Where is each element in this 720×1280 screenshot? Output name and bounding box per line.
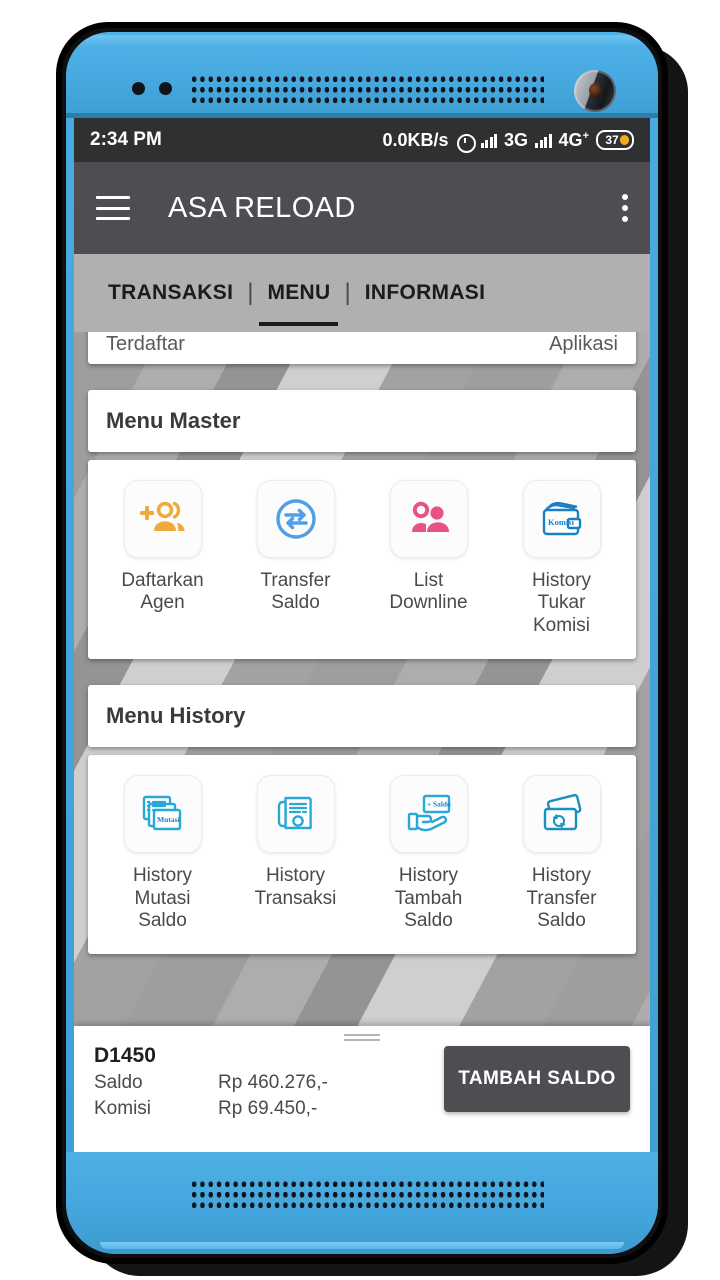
menu-item-transfer-saldo[interactable]: Transfer Saldo (229, 480, 362, 637)
menu-item-label: History Mutasi Saldo (132, 865, 193, 932)
transfer-arrows-circle-icon (256, 480, 335, 558)
menu-item-label: History Tambah Saldo (394, 865, 463, 932)
alarm-icon (456, 131, 476, 153)
menu-item-history-transaksi[interactable]: History Transaksi (229, 775, 362, 932)
bottom-balance-bar: D1450 Saldo Rp 460.276,- Komisi Rp 69.45… (74, 1026, 650, 1152)
menu-item-history-mutasi-saldo[interactable]: Mutasi History Mutasi Saldo (96, 775, 229, 932)
documents-mutasi-icon: Mutasi (123, 775, 202, 854)
drag-handle-icon[interactable] (344, 1034, 380, 1041)
komisi-label: Komisi (94, 1098, 152, 1119)
menu-item-label: Transfer Saldo (260, 570, 331, 614)
app-bar: ASA RELOAD (74, 162, 650, 254)
battery-icon: 37 (596, 130, 634, 150)
menu-history-grid: Mutasi History Mutasi Saldo History Tran… (88, 755, 636, 955)
partially-visible-card[interactable]: Terdaftar Aplikasi (88, 332, 636, 364)
phone-body: 2:34 PM 0.0KB/s 3G 4G+ 37 ASA RELOAD TRA… (66, 32, 658, 1254)
menu-item-label: History Transaksi (254, 865, 337, 909)
menu-item-history-tambah-saldo[interactable]: + Saldo History Tambah Saldo (362, 775, 495, 932)
mutasi-icon-text: Mutasi (157, 815, 180, 824)
menu-item-label: History Tukar Komisi (531, 570, 592, 636)
account-id: D1450 (94, 1044, 156, 1067)
clipped-card-right-text: Aplikasi (549, 333, 618, 355)
earpiece-speaker-grille (190, 74, 544, 105)
menu-item-history-transfer-saldo[interactable]: History Transfer Saldo (495, 775, 628, 932)
section-header-menu-history: Menu History (88, 685, 636, 748)
page-title: ASA RELOAD (168, 191, 356, 224)
two-people-icon (389, 480, 468, 558)
balance-info: D1450 Saldo Rp 460.276,- Komisi Rp 69.45… (94, 1040, 444, 1120)
wallet-komisi-icon: Komisi (522, 480, 601, 558)
sim1-network-type: 3G (504, 129, 529, 150)
hamburger-icon[interactable] (96, 196, 130, 220)
menu-content-scroll[interactable]: Terdaftar Aplikasi Menu Master Daftarkan… (74, 332, 650, 1026)
front-camera-icon (574, 70, 616, 112)
menu-item-label: List Downline (389, 570, 468, 614)
status-clock: 2:34 PM (90, 129, 162, 150)
menu-item-daftarkan-agen[interactable]: Daftarkan Agen (96, 480, 229, 637)
komisi-value: Rp 69.450,- (218, 1098, 318, 1119)
wallet-icon-text: Komisi (548, 517, 575, 527)
tambah-saldo-button[interactable]: TAMBAH SALDO (444, 1046, 630, 1112)
saldo-label: Saldo (94, 1072, 143, 1093)
tab-informasi[interactable]: INFORMASI (351, 254, 500, 332)
bottom-speaker-grille (190, 1179, 544, 1210)
tab-menu[interactable]: MENU (253, 254, 344, 332)
sim2-network-type: 4G+ (558, 129, 589, 150)
tab-transaksi[interactable]: TRANSAKSI (94, 254, 247, 332)
receipt-printer-icon (256, 775, 335, 854)
phone-bottom-bezel (66, 1152, 658, 1254)
menu-master-grid: Daftarkan Agen Transfer Saldo List Downl… (88, 460, 636, 660)
menu-item-history-tukar-komisi[interactable]: Komisi History Tukar Komisi (495, 480, 628, 637)
status-icons: 0.0KB/s 3G 4G+ 37 (382, 129, 634, 153)
sim1-signal-icon (480, 132, 498, 148)
overflow-menu-icon[interactable] (622, 194, 628, 222)
menu-item-label: History Transfer Saldo (526, 865, 597, 932)
hand-card-saldo-icon: + Saldo (389, 775, 468, 854)
phone-top-bezel (66, 32, 658, 118)
sim2-network-superscript: + (582, 129, 589, 142)
saldo-card-icon-text: + Saldo (427, 800, 451, 809)
saldo-value: Rp 460.276,- (218, 1072, 328, 1093)
battery-percent-text: 37 (605, 133, 619, 147)
proximity-sensor-icon (132, 82, 145, 95)
saldo-row: Saldo Rp 460.276,- (94, 1072, 444, 1094)
network-speed-text: 0.0KB/s (382, 129, 449, 150)
menu-item-list-downline[interactable]: List Downline (362, 480, 495, 637)
menu-item-label: Daftarkan Agen (121, 570, 204, 614)
phone-screen: 2:34 PM 0.0KB/s 3G 4G+ 37 ASA RELOAD TRA… (74, 118, 650, 1152)
status-bar: 2:34 PM 0.0KB/s 3G 4G+ 37 (74, 118, 650, 162)
credit-cards-icon (522, 775, 601, 854)
tab-bar: TRANSAKSI | MENU | INFORMASI (74, 254, 650, 332)
clipped-card-left-text: Terdaftar (106, 333, 185, 355)
light-sensor-icon (159, 82, 172, 95)
komisi-row: Komisi Rp 69.450,- (94, 1098, 444, 1120)
section-header-menu-master: Menu Master (88, 390, 636, 452)
add-person-icon (123, 480, 202, 558)
sim2-signal-icon (535, 132, 552, 148)
